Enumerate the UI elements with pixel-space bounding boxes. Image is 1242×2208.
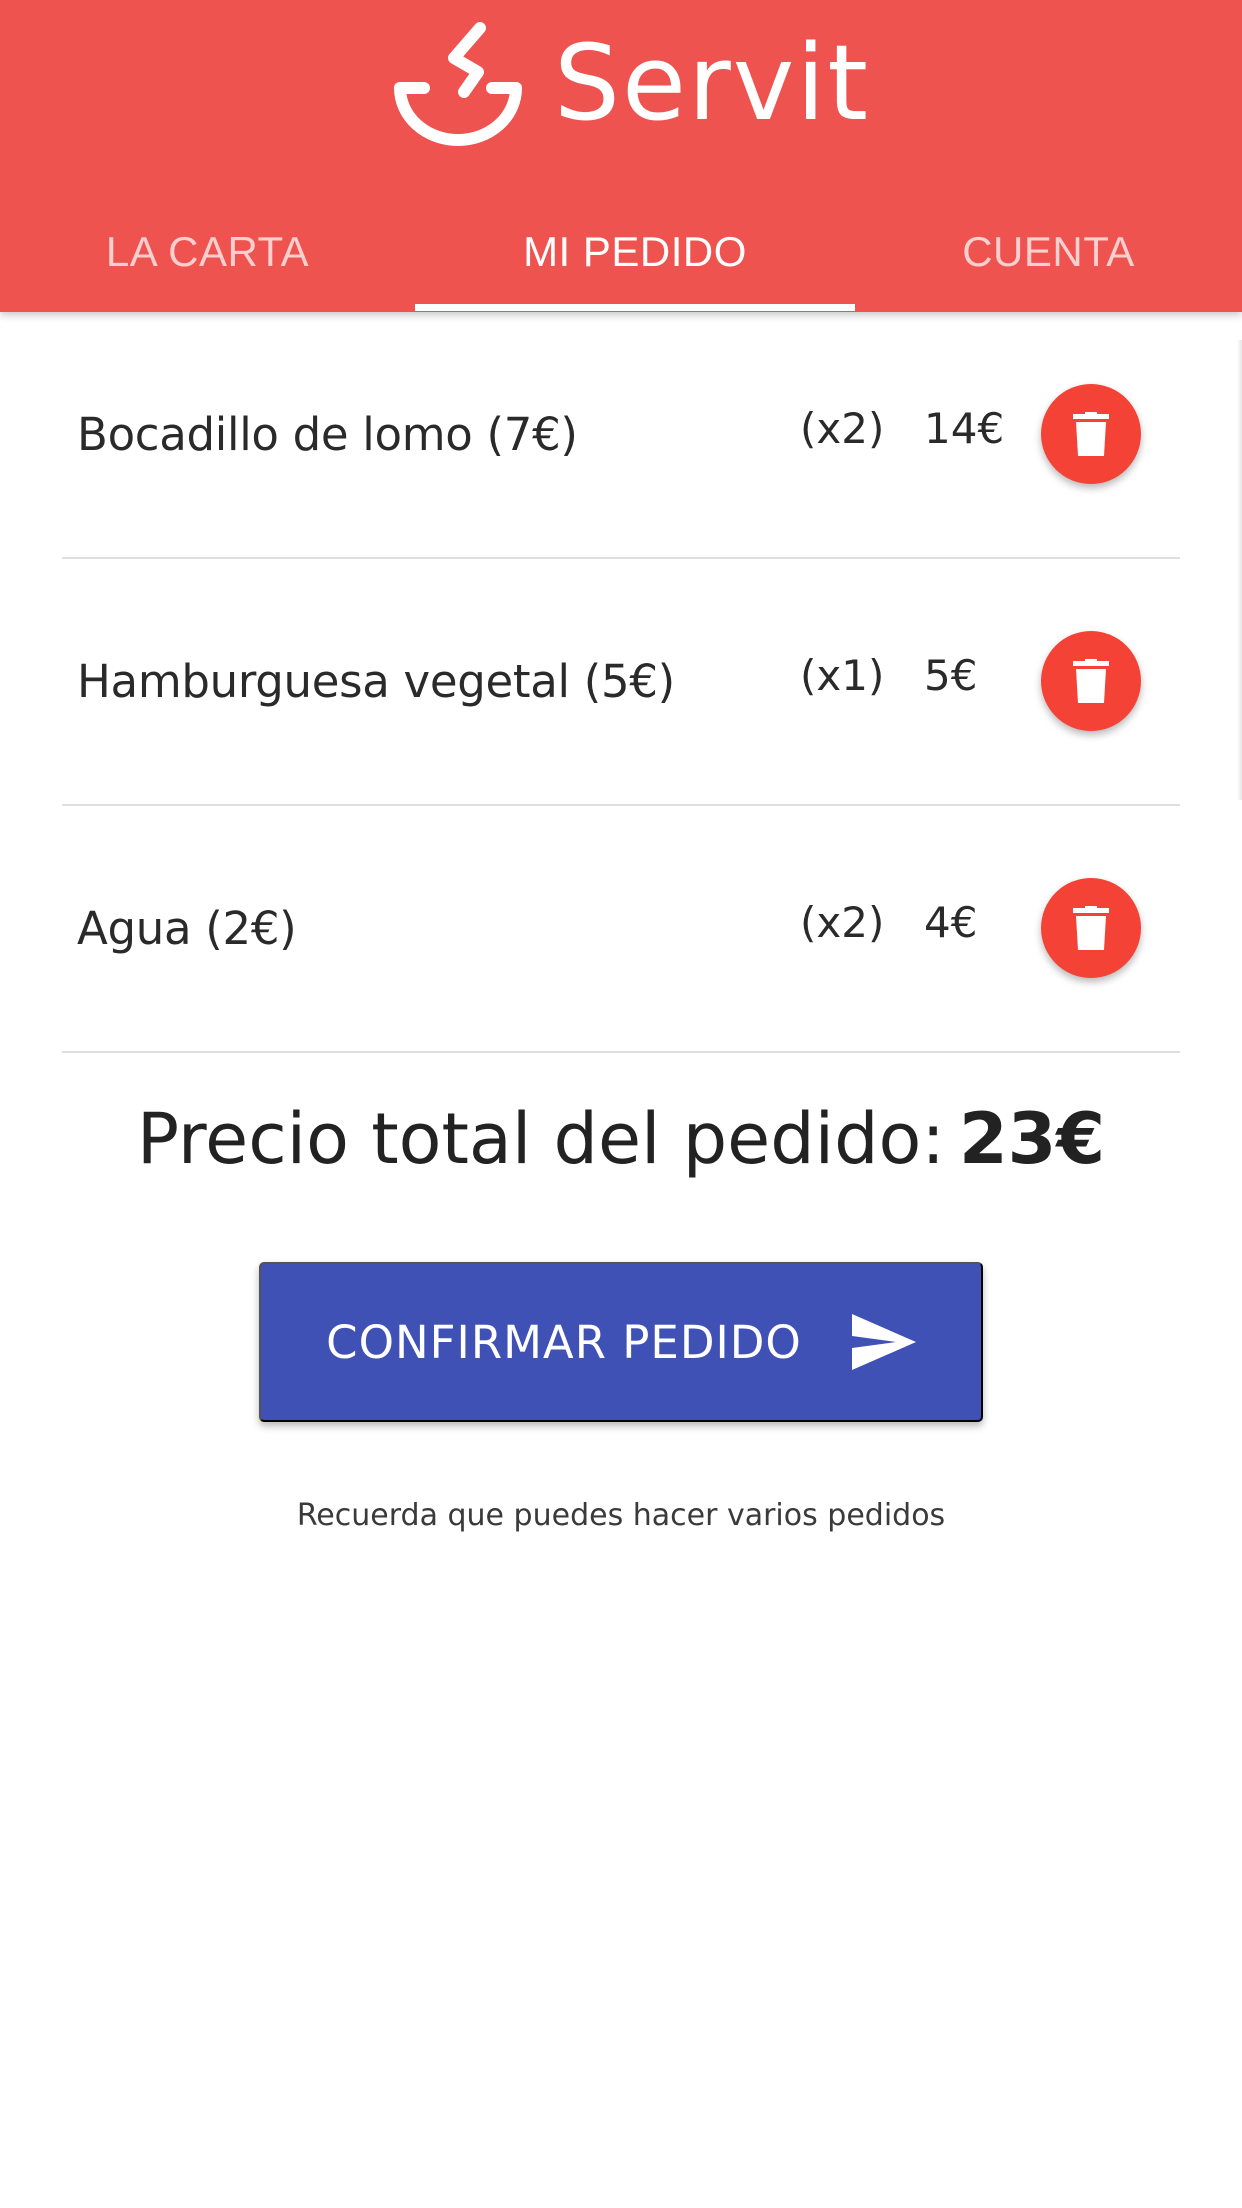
delete-item-button[interactable] bbox=[1041, 384, 1141, 484]
tab-la-carta[interactable]: LA CARTA bbox=[0, 200, 415, 304]
order-item-subtotal: 5€ bbox=[924, 651, 978, 700]
order-total-label: Precio total del pedido: bbox=[136, 1098, 945, 1180]
order-item-name: Agua (2€) bbox=[77, 902, 297, 955]
order-total: Precio total del pedido: 23€ bbox=[0, 1098, 1242, 1180]
active-tab-indicator bbox=[415, 304, 855, 311]
trash-icon bbox=[1073, 906, 1109, 950]
order-item: Hamburguesa vegetal (5€) (x1) 5€ bbox=[62, 559, 1180, 806]
order-item-subtotal: 4€ bbox=[924, 898, 978, 947]
order-item-quantity: (x1) bbox=[800, 651, 885, 700]
order-item-quantity: (x2) bbox=[800, 404, 885, 453]
order-total-value: 23€ bbox=[958, 1098, 1106, 1180]
hint-text: Recuerda que puedes hacer varios pedidos bbox=[296, 1498, 946, 1533]
order-item-name: Hamburguesa vegetal (5€) bbox=[77, 655, 675, 708]
servit-logo-icon bbox=[394, 22, 522, 146]
app-header: Servit LA CARTA MI PEDIDO CUENTA bbox=[0, 0, 1242, 312]
send-icon bbox=[851, 1314, 916, 1370]
order-list: Bocadillo de lomo (7€) (x2) 14€ Hamburgu… bbox=[62, 312, 1180, 1053]
order-item-name: Bocadillo de lomo (7€) bbox=[77, 408, 578, 461]
order-item-subtotal: 14€ bbox=[924, 404, 1005, 453]
scroll-edge bbox=[1237, 340, 1242, 800]
tab-mi-pedido[interactable]: MI PEDIDO bbox=[415, 200, 855, 304]
brand: Servit bbox=[392, 18, 870, 148]
order-item: Agua (2€) (x2) 4€ bbox=[62, 806, 1180, 1053]
tab-cuenta[interactable]: CUENTA bbox=[855, 200, 1242, 304]
trash-icon bbox=[1073, 412, 1109, 456]
app-title: Servit bbox=[554, 22, 870, 144]
delete-item-button[interactable] bbox=[1041, 631, 1141, 731]
confirm-order-button[interactable]: CONFIRMAR PEDIDO bbox=[259, 1262, 983, 1422]
order-item-quantity: (x2) bbox=[800, 898, 885, 947]
delete-item-button[interactable] bbox=[1041, 878, 1141, 978]
tab-bar: LA CARTA MI PEDIDO CUENTA bbox=[0, 200, 1242, 312]
confirm-order-label: CONFIRMAR PEDIDO bbox=[326, 1315, 802, 1369]
trash-icon bbox=[1073, 659, 1109, 703]
order-item: Bocadillo de lomo (7€) (x2) 14€ bbox=[62, 312, 1180, 559]
